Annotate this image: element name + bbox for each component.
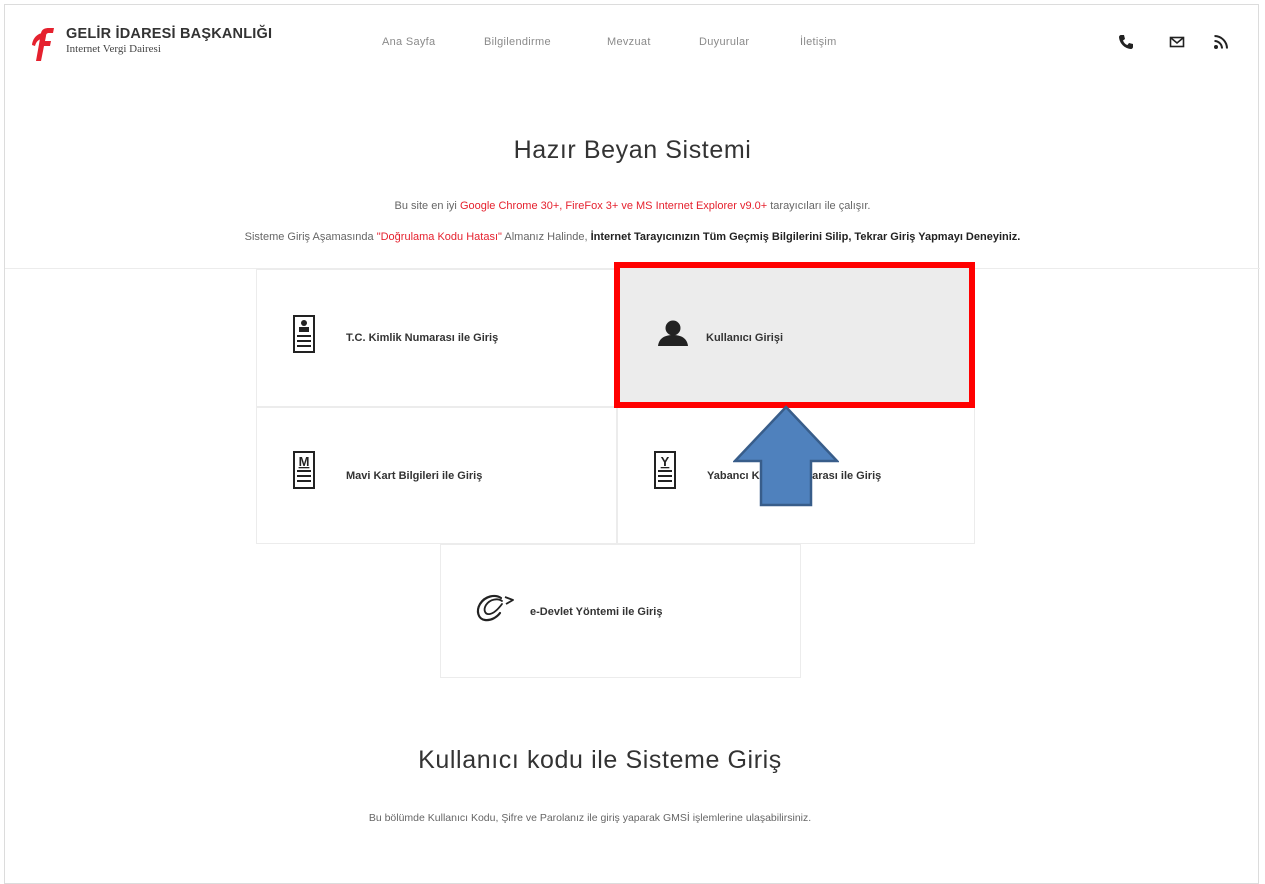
nav-legislation[interactable]: Mevzuat — [607, 36, 651, 48]
error-name: "Doğrulama Kodu Hatası" — [376, 231, 502, 243]
notice-prefix: Bu site en iyi — [394, 200, 460, 212]
browser-support-notice: Bu site en iyi Google Chrome 30+, FireFo… — [0, 200, 1265, 212]
error-middle: Almanız Halinde, — [501, 231, 591, 243]
edevlet-login-card[interactable]: e-Devlet Yöntemi ile Giriş — [440, 544, 801, 678]
brand-subtitle: Internet Vergi Dairesi — [66, 43, 161, 55]
mavi-kart-login-label: Mavi Kart Bilgileri ile Giriş — [346, 470, 483, 482]
mavi-kart-login-card[interactable]: M Mavi Kart Bilgileri ile Giriş — [256, 407, 617, 544]
verification-error-notice: Sisteme Giriş Aşamasında "Doğrulama Kodu… — [0, 231, 1265, 243]
nav-home[interactable]: Ana Sayfa — [382, 36, 435, 48]
nav-announcements[interactable]: Duyurular — [699, 36, 749, 48]
nav-info[interactable]: Bilgilendirme — [484, 36, 551, 48]
error-prefix: Sisteme Giriş Aşamasında — [244, 231, 377, 243]
page-title: Hazır Beyan Sistemi — [513, 136, 752, 164]
section-title: Kullanıcı kodu ile Sisteme Giriş — [418, 746, 782, 774]
brand-title: GELİR İDARESİ BAŞKANLIĞI — [66, 26, 273, 42]
mail-icon[interactable] — [1169, 34, 1185, 50]
supported-browsers: Google Chrome 30+, FireFox 3+ ve MS Inte… — [459, 200, 768, 212]
blue-card-document-icon: M — [293, 451, 315, 489]
section-description: Bu bölümde Kullanıcı Kodu, Şifre ve Paro… — [368, 812, 812, 824]
nav-contact[interactable]: İletişim — [800, 36, 837, 48]
foreign-id-document-icon: Y — [654, 451, 676, 489]
gib-logo-icon[interactable] — [30, 27, 54, 63]
notice-suffix: tarayıcıları ile çalışır. — [767, 200, 871, 212]
phone-icon[interactable] — [1118, 34, 1134, 50]
foreign-id-login-card[interactable]: Y Yabancı Kimlik Numarası ile Giriş — [617, 407, 975, 544]
error-advice: İnternet Tarayıcınızın Tüm Geçmiş Bilgil… — [590, 231, 1021, 243]
rss-icon[interactable] — [1213, 34, 1229, 50]
tc-kimlik-login-card[interactable]: T.C. Kimlik Numarası ile Giriş — [256, 269, 617, 407]
foreign-id-login-label: Yabancı Kimlik Numarası ile Giriş — [707, 470, 882, 482]
user-icon — [658, 320, 688, 346]
user-login-card[interactable]: Kullanıcı Girişi — [617, 269, 975, 407]
id-document-icon — [293, 315, 315, 353]
tc-kimlik-login-label: T.C. Kimlik Numarası ile Giriş — [346, 332, 499, 344]
edevlet-login-label: e-Devlet Yöntemi ile Giriş — [530, 606, 663, 618]
yabanci-icon-letter: Y — [661, 454, 670, 469]
user-login-label: Kullanıcı Girişi — [706, 332, 784, 344]
mavi-icon-letter: M — [299, 454, 310, 469]
edevlet-logo-icon — [476, 594, 514, 622]
